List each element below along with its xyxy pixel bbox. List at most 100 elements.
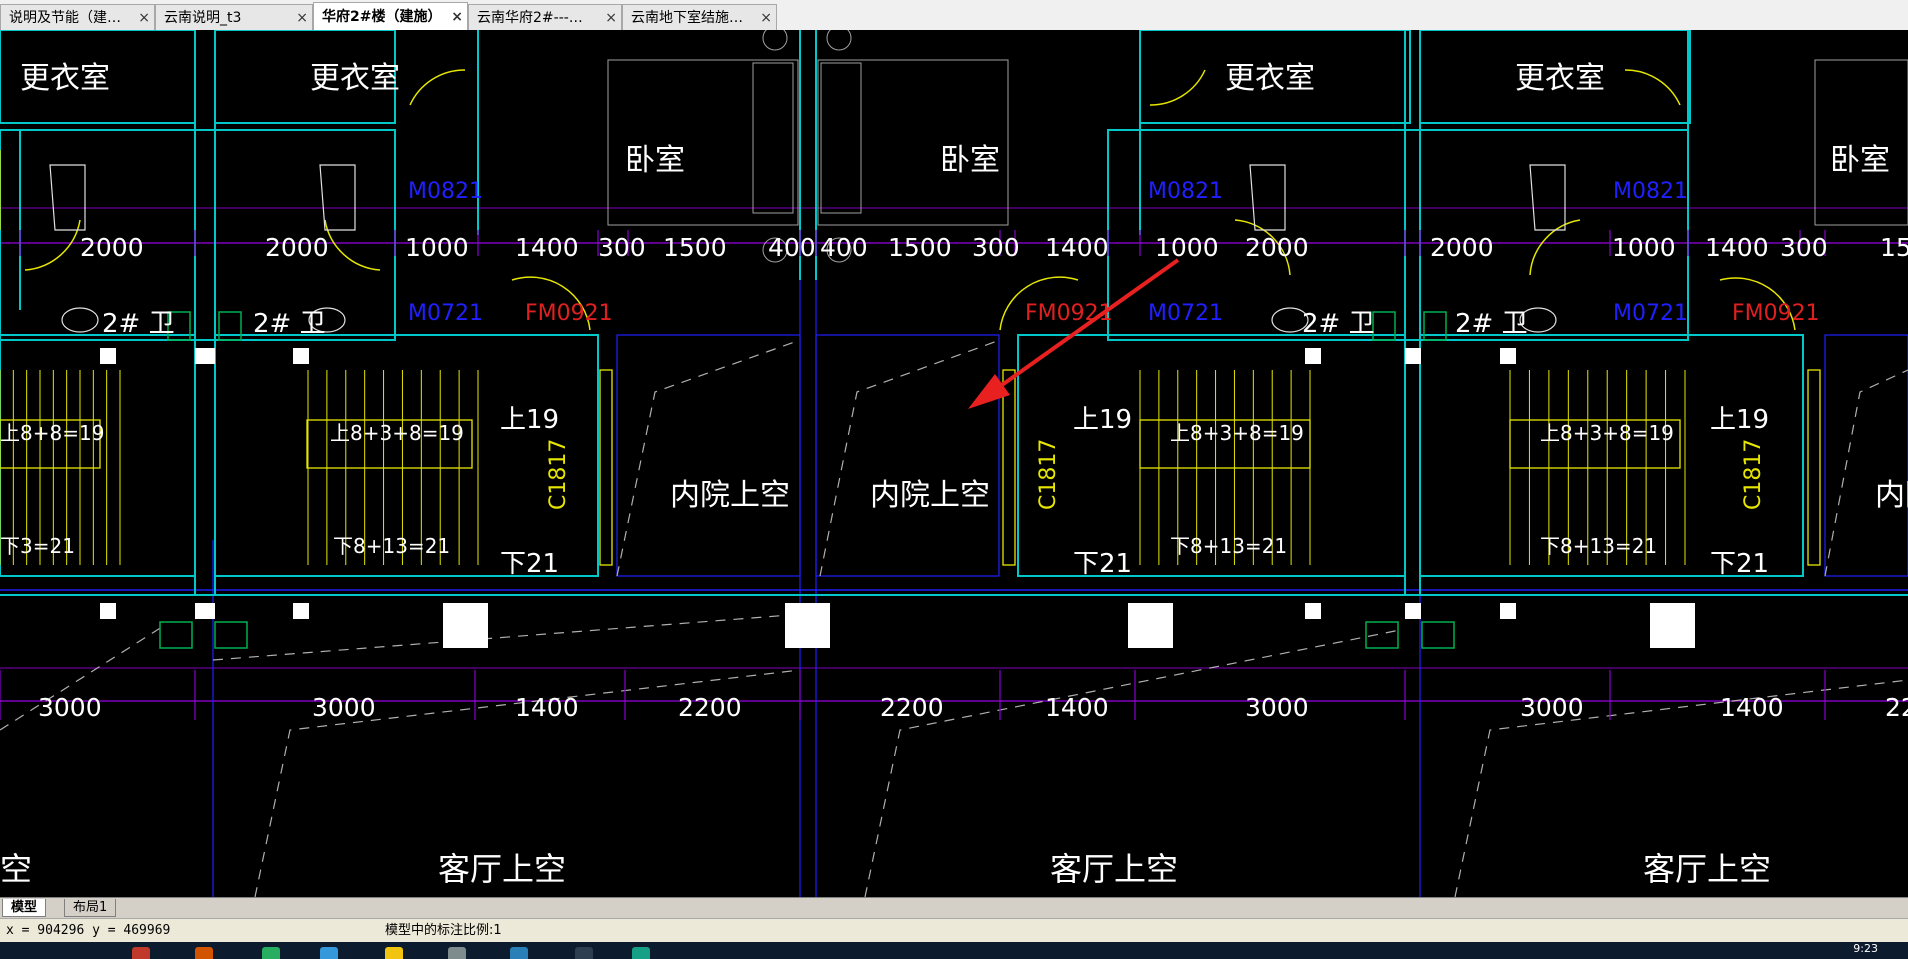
stair-note: 上8+3+8=19 — [330, 421, 464, 445]
drawing-canvas[interactable]: 更衣室 更衣室 更衣室 更衣室卧室 卧室 卧室 2000 2000 1000 1400 300 150… — [0, 30, 1908, 897]
dimension-label: 1400 — [1720, 693, 1784, 722]
dimension-label: 1000 — [1612, 233, 1676, 262]
window-tag: C1817 — [546, 439, 571, 510]
door-tag: M0721 — [408, 301, 483, 326]
coordinate-readout: x = 904296 y = 469969 — [6, 923, 171, 938]
clock: 9:23 — [1853, 942, 1878, 955]
dimension-label: 400 — [768, 233, 816, 262]
close-icon[interactable]: × — [451, 3, 463, 30]
tab-label: 说明及节能（建… — [9, 10, 121, 26]
browser-icon[interactable] — [320, 947, 338, 959]
document-tab[interactable]: 云南地下室结施… × — [622, 4, 777, 30]
tab-label: 云南华府2#---… — [477, 10, 583, 26]
dimension-label: 3000 — [312, 693, 376, 722]
toilet-label: 2# 卫 — [1302, 309, 1375, 339]
close-icon[interactable]: × — [296, 5, 308, 30]
window-tag: C1817 — [1741, 439, 1766, 510]
app-icon[interactable] — [448, 947, 466, 959]
dimension-label: 2200 — [678, 693, 742, 722]
dimension-label: 300 — [972, 233, 1020, 262]
stair-label: 下21 — [1073, 549, 1132, 579]
door-tag: M0821 — [1148, 179, 1223, 204]
dimension-label: 1000 — [1155, 233, 1219, 262]
door-tag: M0821 — [408, 179, 483, 204]
stair-note: 上8+3+8=19 — [1170, 421, 1304, 445]
status-bar: x = 904296 y = 469969 模型中的标注比例:1 — [0, 918, 1908, 943]
close-icon[interactable]: × — [605, 5, 617, 30]
stair-label: 上19 — [1710, 405, 1769, 435]
dimension-label: 1400 — [515, 693, 579, 722]
room-label: 卧室 — [1830, 143, 1890, 178]
app-icon[interactable] — [575, 947, 593, 959]
app-icon[interactable] — [510, 947, 528, 959]
stair-note: 下3=21 — [0, 534, 75, 558]
stair-note: 下8+13=21 — [333, 534, 450, 558]
layout-tabbar: 模型 布局1 — [0, 897, 1908, 919]
room-label: 空 — [0, 850, 32, 888]
dimension-label: 15 — [1880, 233, 1908, 262]
app-icon[interactable] — [132, 947, 150, 959]
dimension-label: 22 — [1885, 693, 1908, 722]
door-tag: M0821 — [1613, 179, 1688, 204]
stair-note: 下8+13=21 — [1170, 534, 1287, 558]
tab-label: 华府2#楼（建施） — [322, 9, 442, 25]
stair-note: 上8+3+8=19 — [1540, 421, 1674, 445]
dimension-label: 2000 — [1430, 233, 1494, 262]
dimension-label: 1500 — [663, 233, 727, 262]
room-label: 卧室 — [940, 143, 1000, 178]
dimension-label: 1400 — [515, 233, 579, 262]
document-tab[interactable]: 说明及节能（建… × — [0, 4, 155, 30]
room-label: 更衣室 — [1515, 61, 1605, 96]
dimension-label: 300 — [1780, 233, 1828, 262]
stair-label: 上19 — [500, 405, 559, 435]
app-icon[interactable] — [632, 947, 650, 959]
os-taskbar: 9:23 — [0, 942, 1908, 959]
document-tab[interactable]: 华府2#楼（建施） × — [313, 2, 468, 30]
dimension-label: 2000 — [1245, 233, 1309, 262]
dimension-label: 3000 — [38, 693, 102, 722]
close-icon[interactable]: × — [760, 5, 772, 30]
document-tabbar: 说明及节能（建… × 云南说明_t3 × 华府2#楼（建施） × 云南华府2#---… × 云南… — [0, 0, 1908, 31]
dimension-label: 3000 — [1245, 693, 1309, 722]
document-tab[interactable]: 云南说明_t3 × — [155, 4, 313, 30]
dimension-label: 300 — [598, 233, 646, 262]
courtyard-label: 内院上空 — [870, 478, 990, 513]
close-icon[interactable]: × — [138, 5, 150, 30]
dimension-label: 2200 — [880, 693, 944, 722]
courtyard-label: 内院上空 — [670, 478, 790, 513]
stair-note: 下8+13=21 — [1540, 534, 1657, 558]
dimension-label: 2000 — [265, 233, 329, 262]
toilet-label: 2# 卫 — [102, 309, 175, 339]
fire-door-tag: FM0921 — [1732, 301, 1820, 326]
dimension-label: 1000 — [405, 233, 469, 262]
room-label: 更衣室 — [310, 61, 400, 96]
dimension-label: 1500 — [888, 233, 952, 262]
stair-note: 上8+8=19 — [0, 421, 104, 445]
annotation-scale: 模型中的标注比例:1 — [385, 923, 502, 938]
fire-door-tag: FM0921 — [525, 301, 613, 326]
app-icon[interactable] — [195, 947, 213, 959]
stair-label: 上19 — [1073, 405, 1132, 435]
door-tag: M0721 — [1148, 301, 1223, 326]
tab-label: 云南说明_t3 — [164, 10, 242, 26]
toilet-label: 2# 卫 — [1455, 309, 1528, 339]
toilet-label: 2# 卫 — [253, 309, 326, 339]
folder-icon[interactable] — [385, 947, 403, 959]
dimension-label: 1400 — [1045, 693, 1109, 722]
dimension-label: 1400 — [1705, 233, 1769, 262]
wechat-icon[interactable] — [262, 947, 280, 959]
room-label: 更衣室 — [20, 61, 110, 96]
window-tag: C1817 — [1036, 439, 1061, 510]
floor-plan-drawing[interactable]: 更衣室 更衣室 更衣室 更衣室卧室 卧室 卧室 2000 2000 1000 1400 300 150… — [0, 30, 1908, 897]
tab-model[interactable]: 模型 — [2, 899, 47, 917]
room-label: 卧室 — [625, 143, 685, 178]
document-tab[interactable]: 云南华府2#---… × — [468, 4, 622, 30]
stair-label: 下21 — [1710, 549, 1769, 579]
tab-layout1[interactable]: 布局1 — [64, 899, 117, 917]
stair-label: 下21 — [500, 549, 559, 579]
room-label: 更衣室 — [1225, 61, 1315, 96]
door-tag: M0721 — [1613, 301, 1688, 326]
dimension-label: 1400 — [1045, 233, 1109, 262]
room-label: 客厅上空 — [1643, 850, 1771, 888]
dimension-label: 3000 — [1520, 693, 1584, 722]
